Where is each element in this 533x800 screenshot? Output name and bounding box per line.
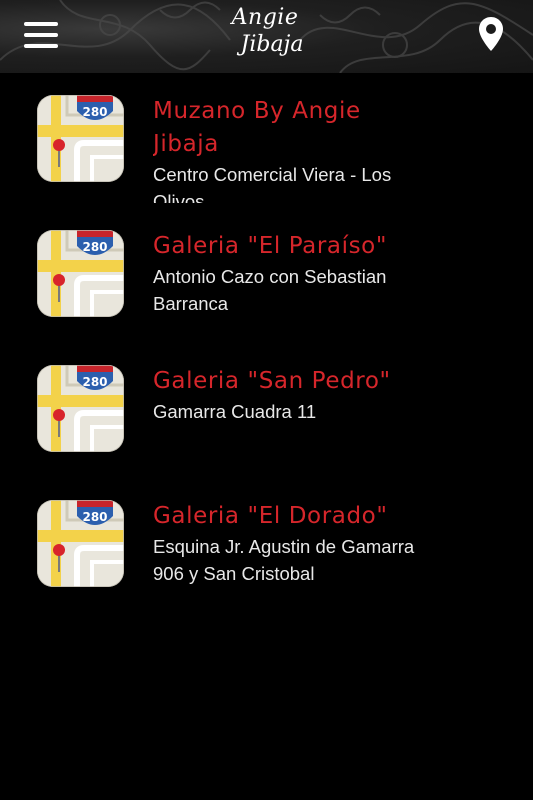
- list-item-text: Galeria "El Paraíso" Antonio Cazo con Se…: [153, 230, 423, 338]
- store-address: Esquina Jr. Agustin de Gamarra 906 y San…: [153, 536, 415, 584]
- svg-text:280: 280: [82, 105, 107, 119]
- store-title: Muzano By Angie Jibaja: [153, 98, 361, 157]
- hamburger-menu-icon: [24, 22, 58, 26]
- list-item[interactable]: 280 Galeria "San Pedro" Gamarra Cuadra 1…: [0, 343, 533, 478]
- maps-app-icon: 280: [37, 95, 124, 182]
- logo-line-2: Jibaja: [240, 32, 304, 57]
- location-button[interactable]: [478, 16, 504, 52]
- map-pin-icon: [479, 17, 503, 51]
- maps-app-icon: 280: [37, 500, 124, 587]
- svg-text:280: 280: [82, 240, 107, 254]
- list-item[interactable]: 280 Muzano By Angie Jibaja Centro Comerc…: [0, 73, 533, 208]
- brand-logo: Angie Jibaja: [222, 4, 308, 68]
- menu-button[interactable]: [24, 22, 58, 48]
- store-title: Galeria "El Paraíso": [153, 233, 388, 259]
- app-header: Angie Jibaja: [0, 0, 533, 73]
- store-address: Gamarra Cuadra 11: [153, 401, 317, 422]
- list-item[interactable]: 280 Galeria "El Paraíso" Antonio Cazo co…: [0, 208, 533, 343]
- maps-app-icon: 280: [37, 365, 124, 452]
- store-title: Galeria "El Dorado": [153, 503, 388, 529]
- list-item-text: Muzano By Angie Jibaja Centro Comercial …: [153, 95, 423, 203]
- svg-text:280: 280: [82, 510, 107, 524]
- store-title: Galeria "San Pedro": [153, 368, 391, 394]
- list-item-text: Galeria "San Pedro" Gamarra Cuadra 11: [153, 365, 423, 473]
- maps-app-icon: 280: [37, 230, 124, 317]
- list-item[interactable]: 280 Galeria "El Dorado" Esquina Jr. Agus…: [0, 478, 533, 613]
- logo-line-1: Angie: [231, 5, 299, 30]
- store-address: Antonio Cazo con Sebastian Barranca: [153, 266, 387, 314]
- list-item-text: Galeria "El Dorado" Esquina Jr. Agustin …: [153, 500, 423, 608]
- store-address: Centro Comercial Viera - Los Olivos: [153, 164, 392, 203]
- svg-text:280: 280: [82, 375, 107, 389]
